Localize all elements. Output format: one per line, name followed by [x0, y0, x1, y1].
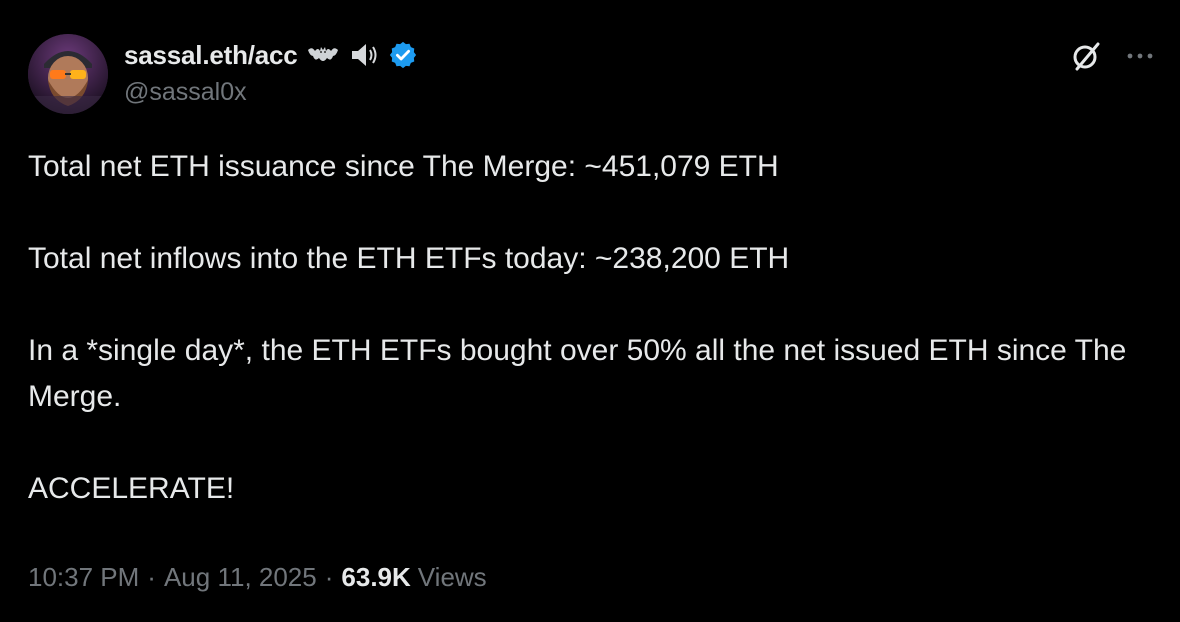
tweet-paragraph: ACCELERATE! — [28, 472, 235, 505]
tweet-metadata: 10:37 PM · Aug 11, 2025 · 63.9K Views — [28, 562, 487, 593]
tweet-paragraph: Total net ETH issuance since The Merge: … — [28, 150, 779, 183]
verified-badge-icon[interactable] — [388, 40, 418, 70]
views-count[interactable]: 63.9K — [341, 562, 410, 593]
tweet-time[interactable]: 10:37 PM — [28, 562, 139, 593]
bat-emoji-icon — [306, 40, 340, 70]
more-options-icon[interactable] — [1122, 44, 1158, 68]
meta-separator: · — [324, 562, 334, 592]
grok-icon[interactable] — [1068, 38, 1104, 74]
author-block: sassal.eth/acc @sassal0x — [124, 36, 418, 107]
tweet-date[interactable]: Aug 11, 2025 — [164, 562, 317, 593]
meta-separator: · — [147, 562, 156, 592]
speaker-emoji-icon — [348, 40, 382, 70]
name-row: sassal.eth/acc — [124, 36, 418, 74]
avatar-image — [28, 34, 108, 114]
tweet-text: Total net ETH issuance since The Merge: … — [28, 144, 1138, 512]
display-name[interactable]: sassal.eth/acc — [124, 40, 298, 71]
avatar[interactable] — [28, 34, 108, 114]
tweet-card: sassal.eth/acc @sassal0x Total net ETH i… — [0, 0, 1180, 622]
user-handle[interactable]: @sassal0x — [124, 78, 418, 107]
tweet-paragraph: Total net inflows into the ETH ETFs toda… — [28, 242, 790, 275]
views-label[interactable]: Views — [418, 562, 487, 593]
tweet-paragraph: In a *single day*, the ETH ETFs bought o… — [28, 334, 1135, 413]
